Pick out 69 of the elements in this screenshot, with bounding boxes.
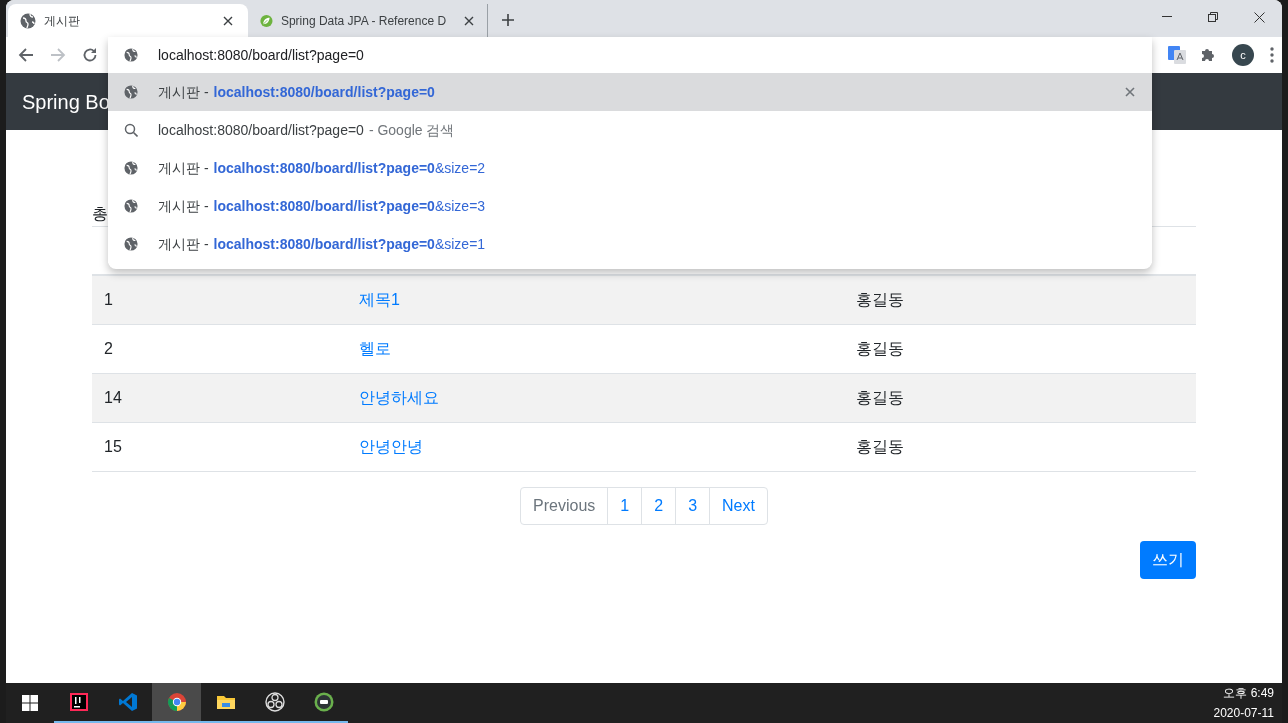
forward-arrow-icon <box>50 47 66 63</box>
suggestion-title: localhost:8080/board/list?page=0 <box>158 120 364 140</box>
suggestion-url: localhost:8080/board/list?page=0&size=3 <box>213 196 486 216</box>
clock-time[interactable]: 오후 6:49 <box>1223 683 1274 703</box>
profile-avatar[interactable]: c <box>1232 44 1254 66</box>
suggestion-title: 게시판 - <box>158 234 209 254</box>
windows-logo-icon <box>22 695 38 711</box>
navbar-brand[interactable]: Spring Bo <box>22 86 110 117</box>
suggestion-row[interactable]: 게시판 - localhost:8080/board/list?page=0 <box>108 73 1152 111</box>
taskbar-app-button[interactable] <box>152 683 201 723</box>
table-cell-text: 홍길동 <box>856 290 904 310</box>
ide-logo-icon <box>68 692 89 712</box>
globe-icon <box>124 85 138 99</box>
close-icon <box>223 15 233 26</box>
globe-icon <box>124 48 138 62</box>
globe-icon <box>20 12 36 29</box>
page-link[interactable]: 1 <box>607 487 643 525</box>
close-icon <box>463 15 474 26</box>
restore-icon <box>1208 12 1218 22</box>
suggestion-url: localhost:8080/board/list?page=0&size=1 <box>213 234 486 254</box>
recorder-logo-icon <box>264 692 285 712</box>
post-count-text: 총 <box>92 204 108 224</box>
plus-icon <box>501 13 515 27</box>
browser-logo-icon <box>166 692 187 712</box>
table-cell: 15 <box>104 438 122 455</box>
suggestion-row[interactable]: 게시판 - localhost:8080/board/list?page=0&size=1 <box>108 225 1152 263</box>
suggestion-description: - Google 검색 <box>368 120 455 140</box>
post-title-link[interactable]: 헬로 <box>359 340 391 357</box>
browser-tab[interactable]: 게시판 <box>8 4 248 37</box>
globe-icon <box>124 161 138 175</box>
clock-date[interactable]: 2020-07-11 <box>1213 703 1274 723</box>
menu-icon[interactable] <box>1270 47 1274 63</box>
translate-icon[interactable] <box>1168 46 1186 64</box>
leaf-icon <box>260 12 273 29</box>
close-icon <box>1125 87 1135 97</box>
suggestion-url: localhost:8080/board/list?page=0&size=2 <box>213 158 486 178</box>
globe-icon <box>124 199 138 213</box>
post-title-link[interactable]: 안녕하세요 <box>359 389 439 406</box>
code-editor-logo-icon <box>117 692 138 712</box>
suggestion-row[interactable]: 게시판 - localhost:8080/board/list?page=0&size=2 <box>108 149 1152 187</box>
suggestion-title: 게시판 - <box>158 82 209 102</box>
globe-icon <box>124 237 138 251</box>
post-title-link[interactable]: 제목1 <box>359 291 400 308</box>
table-cell: 14 <box>104 389 122 406</box>
page-link[interactable]: 3 <box>675 487 711 525</box>
address-field[interactable]: localhost:8080/board/list?page=0 <box>158 44 1152 66</box>
post-title-link[interactable]: 안녕안녕 <box>359 438 423 455</box>
tab-title: Spring Data JPA - Reference D <box>280 12 447 30</box>
suggestion-url: localhost:8080/board/list?page=0 <box>213 82 435 102</box>
table-cell-text: 홍길동 <box>856 437 904 457</box>
page-link[interactable]: Next <box>709 487 768 525</box>
search-icon <box>124 123 138 137</box>
suggestion-title: 게시판 - <box>158 196 209 216</box>
page-link[interactable]: 2 <box>641 487 677 525</box>
round-app-logo-icon <box>313 692 334 712</box>
close-icon <box>1253 11 1265 23</box>
table-cell: 1 <box>104 291 113 308</box>
table-cell-text: 홍길동 <box>856 339 904 359</box>
suggestion-row[interactable]: 게시판 - localhost:8080/board/list?page=0&size=3 <box>108 187 1152 225</box>
table-cell: 2 <box>104 340 113 357</box>
table-cell-text: 홍길동 <box>856 388 904 408</box>
suggestion-row[interactable]: localhost:8080/board/list?page=0 - Google 검색 <box>108 111 1152 149</box>
suggestion-title: 게시판 - <box>158 158 209 178</box>
reload-icon <box>82 47 98 63</box>
puzzle-piece-icon[interactable] <box>1200 47 1216 63</box>
tab-title: 게시판 <box>44 12 80 30</box>
write-button[interactable]: 쓰기 <box>1140 541 1196 579</box>
minimize-icon <box>1162 16 1172 18</box>
back-arrow-icon <box>18 47 34 63</box>
